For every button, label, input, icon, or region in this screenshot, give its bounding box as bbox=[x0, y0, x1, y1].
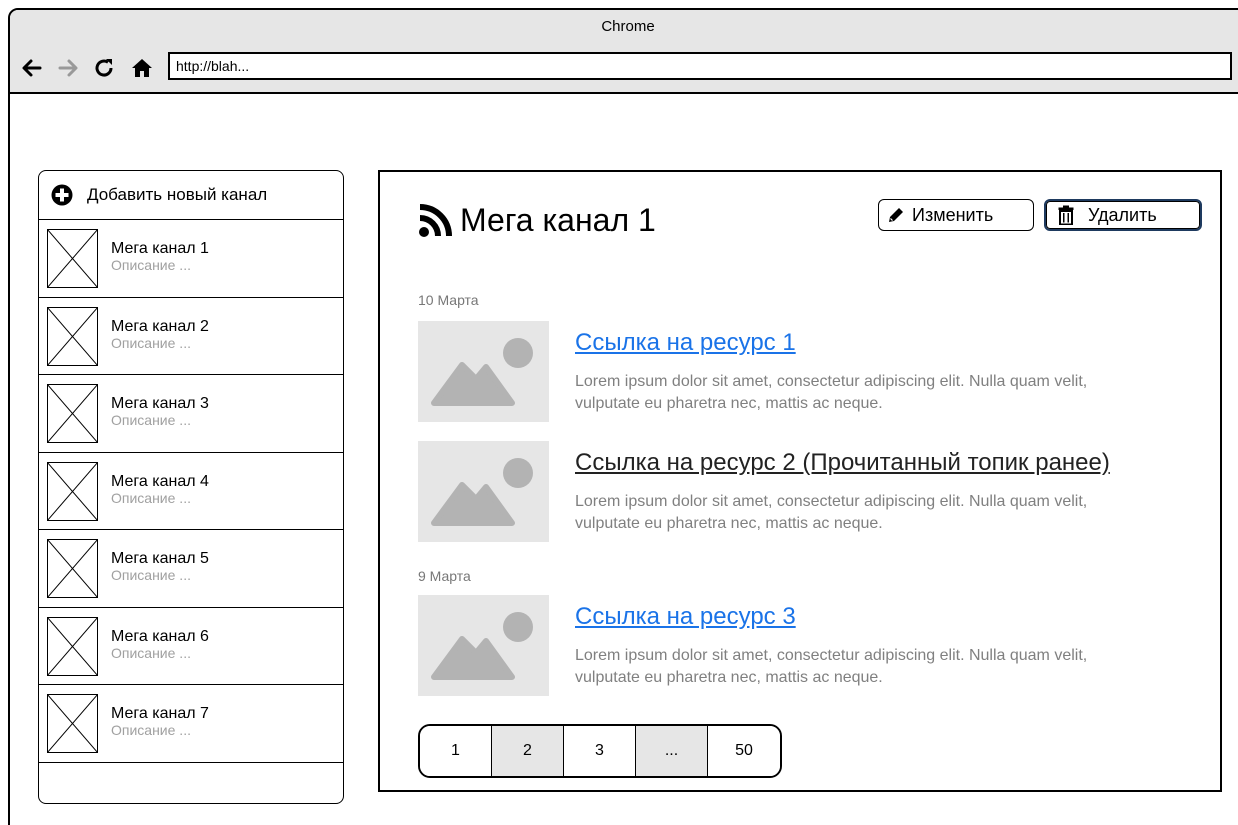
channel-description: Описание ... bbox=[111, 257, 191, 273]
window-title: Chrome bbox=[601, 18, 655, 35]
feed-item-link[interactable]: Ссылка на ресурс 3 bbox=[575, 603, 796, 631]
date-label: 10 Марта bbox=[418, 292, 479, 308]
rss-icon bbox=[419, 203, 452, 237]
channel-description: Описание ... bbox=[111, 412, 191, 428]
channel-name: Мега канал 6 bbox=[111, 627, 209, 645]
feed-item-link[interactable]: Ссылка на ресурс 1 bbox=[575, 329, 796, 357]
page-ellipsis[interactable]: ... bbox=[636, 726, 708, 776]
feed-item: Ссылка на ресурс 1 Lorem ipsum dolor sit… bbox=[418, 321, 1218, 423]
browser-toolbar: Chrome http://blah... bbox=[10, 10, 1238, 94]
image-placeholder-icon bbox=[418, 595, 549, 696]
image-placeholder-icon bbox=[47, 694, 98, 753]
pencil-icon bbox=[889, 208, 903, 222]
forward-arrow-icon[interactable] bbox=[56, 56, 80, 80]
feed-item-description: Lorem ipsum dolor sit amet, consectetur … bbox=[575, 493, 1088, 532]
edit-button-label: Изменить bbox=[912, 204, 994, 225]
add-channel-button[interactable]: Добавить новый канал bbox=[39, 171, 343, 220]
feed-item-description: Lorem ipsum dolor sit amet, consectetur … bbox=[575, 647, 1088, 686]
feed-panel: Мега канал 1 Изменить Удалить 10 Марта С… bbox=[378, 170, 1222, 792]
channel-description: Описание ... bbox=[111, 489, 191, 506]
channel-item[interactable]: Мега канал 1 Описание ... bbox=[39, 220, 343, 298]
image-placeholder-icon bbox=[418, 321, 549, 422]
channel-name: Мега канал 2 bbox=[111, 317, 209, 335]
channel-name: Мега канал 5 bbox=[111, 550, 209, 567]
date-label: 9 Марта bbox=[418, 568, 471, 584]
add-channel-label: Добавить новый канал bbox=[87, 185, 268, 204]
trash-icon bbox=[1058, 205, 1074, 225]
page-button[interactable]: 50 bbox=[708, 726, 780, 776]
address-bar[interactable]: http://blah... bbox=[168, 52, 1232, 80]
channel-item[interactable]: Мега канал 5 Описание ... bbox=[39, 530, 343, 608]
reload-icon[interactable] bbox=[92, 56, 116, 80]
image-placeholder-icon bbox=[47, 461, 98, 521]
page-button[interactable]: 3 bbox=[564, 726, 636, 776]
feed-item: Ссылка на ресурс 3 Lorem ipsum dolor sit… bbox=[418, 595, 1218, 697]
feed-item: Ссылка на ресурс 2 (Прочитанный топик ра… bbox=[418, 441, 1218, 543]
channel-name: Мега канал 1 bbox=[111, 240, 209, 257]
channel-item[interactable]: Мега канал 4 Описание ... bbox=[39, 453, 343, 530]
delete-button[interactable]: Удалить bbox=[1044, 199, 1202, 231]
home-icon[interactable] bbox=[130, 56, 154, 80]
feed-item-description: Lorem ipsum dolor sit amet, consectetur … bbox=[575, 373, 1088, 412]
channel-description: Описание ... bbox=[111, 644, 191, 661]
image-placeholder-icon bbox=[47, 616, 98, 676]
delete-button-label: Удалить bbox=[1088, 204, 1157, 225]
feed-item-link[interactable]: Ссылка на ресурс 2 (Прочитанный топик ра… bbox=[575, 449, 1110, 477]
image-placeholder-icon bbox=[47, 229, 98, 288]
plus-circle-icon bbox=[51, 184, 73, 206]
image-placeholder-icon bbox=[47, 539, 98, 598]
pagination: 1 2 3 ... 50 bbox=[418, 724, 782, 778]
feed-title: Мега канал 1 bbox=[460, 202, 656, 238]
channel-description: Описание ... bbox=[111, 567, 191, 583]
channel-description: Описание ... bbox=[111, 334, 191, 351]
channel-name: Мега канал 4 bbox=[111, 472, 209, 490]
channel-item[interactable]: Мега канал 7 Описание ... bbox=[39, 685, 343, 763]
image-placeholder-icon bbox=[47, 306, 98, 366]
page-button[interactable]: 1 bbox=[420, 726, 492, 776]
channel-sidebar: Добавить новый канал Мега канал 1 Описан… bbox=[38, 170, 344, 804]
channel-item[interactable]: Мега канал 3 Описание ... bbox=[39, 375, 343, 453]
back-arrow-icon[interactable] bbox=[20, 56, 44, 80]
channel-description: Описание ... bbox=[111, 722, 191, 738]
channel-name: Мега канал 3 bbox=[111, 395, 209, 412]
feed-header: Мега канал 1 bbox=[418, 202, 656, 239]
page-button[interactable]: 2 bbox=[492, 726, 564, 776]
channel-name: Мега канал 7 bbox=[111, 705, 209, 722]
channel-item[interactable]: Мега канал 2 Описание ... bbox=[39, 298, 343, 375]
edit-button[interactable]: Изменить bbox=[878, 199, 1034, 231]
image-placeholder-icon bbox=[47, 384, 98, 443]
image-placeholder-icon bbox=[418, 441, 549, 542]
channel-item[interactable]: Мега канал 6 Описание ... bbox=[39, 608, 343, 685]
